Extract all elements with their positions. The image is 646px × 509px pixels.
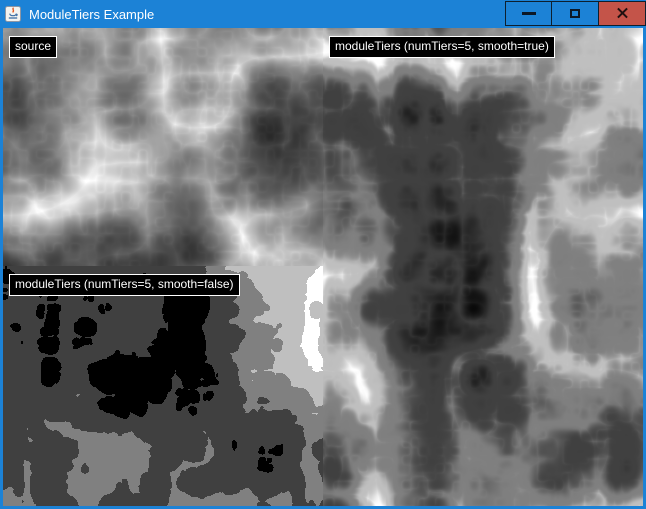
source-label: source [9, 36, 57, 58]
tiers-smooth-noise-image [323, 28, 643, 506]
panel-tiers-hard: moduleTiers (numTiers=5, smooth=false) [3, 266, 323, 506]
java-coffee-cup-icon [5, 6, 21, 22]
app-window: ModuleTiers Example source moduleTiers (… [0, 0, 646, 509]
close-button[interactable] [599, 1, 646, 26]
tiers-smooth-label: moduleTiers (numTiers=5, smooth=true) [329, 36, 555, 58]
source-noise-image [3, 28, 323, 266]
render-area: source moduleTiers (numTiers=5, smooth=f… [3, 28, 643, 506]
panel-source: source [3, 28, 323, 266]
minimize-dash-icon [522, 12, 536, 15]
titlebar-buttons [505, 1, 646, 26]
minimize-button[interactable] [505, 1, 552, 26]
panel-tiers-smooth: moduleTiers (numTiers=5, smooth=true) [323, 28, 643, 506]
maximize-button[interactable] [552, 1, 599, 26]
tiers-hard-label: moduleTiers (numTiers=5, smooth=false) [9, 274, 240, 296]
close-x-icon [616, 7, 629, 20]
maximize-square-icon [570, 9, 580, 18]
titlebar[interactable]: ModuleTiers Example [0, 0, 646, 28]
tiers-hard-noise-image [3, 266, 323, 506]
window-title: ModuleTiers Example [29, 7, 154, 22]
